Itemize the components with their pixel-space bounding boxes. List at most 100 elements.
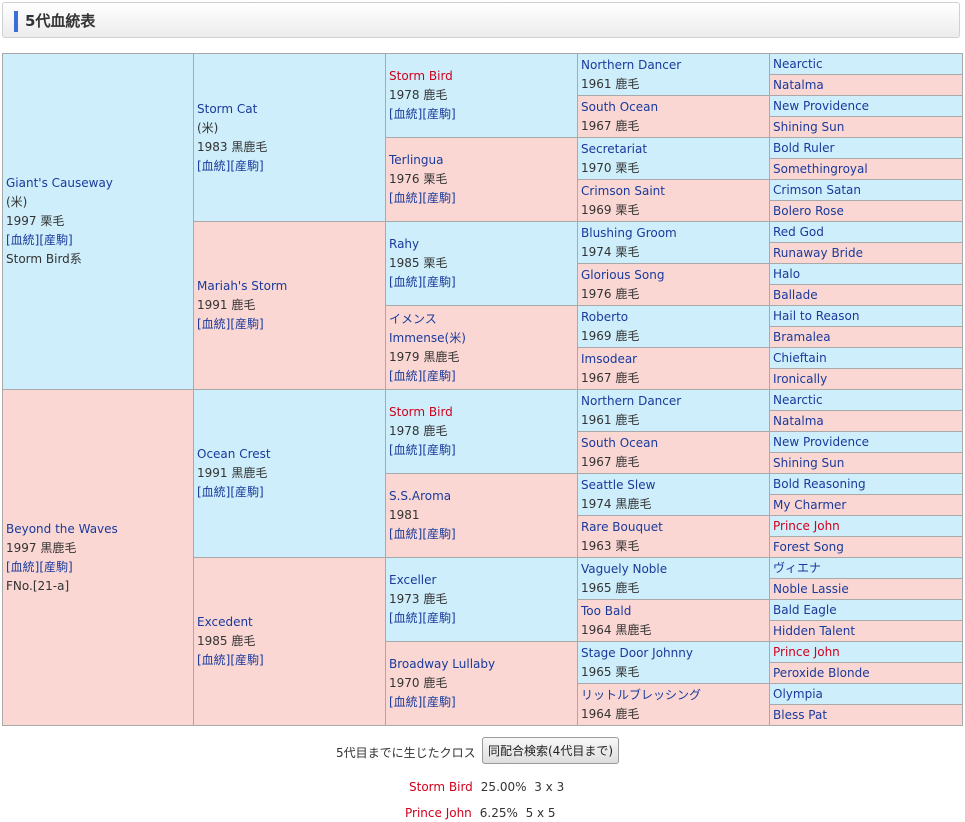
produce-link[interactable]: [産駒] [39,233,72,247]
pedigree-link[interactable]: [血統] [389,695,422,709]
horse-links: [血統][産駒] [197,653,264,667]
pedigree-link[interactable]: [血統] [197,485,230,499]
gen5-cell: Shining Sun [769,116,963,138]
horse-alt-name-link[interactable]: Immense(米) [389,331,466,345]
produce-link[interactable]: [産駒] [230,653,263,667]
horse-name-link[interactable]: Bold Ruler [773,141,834,155]
horse-name-link[interactable]: Crimson Saint [581,184,665,198]
birth-text: 1997 栗毛 [6,214,65,228]
birth-text: 1970 栗毛 [581,160,640,175]
horse-name-link[interactable]: Hidden Talent [773,624,855,638]
horse-name-link[interactable]: ヴィエナ [773,561,821,575]
pedigree-link[interactable]: [血統] [389,527,422,541]
horse-name-link[interactable]: Natalma [773,414,824,428]
produce-link[interactable]: [産駒] [39,560,72,574]
horse-name-link[interactable]: Secretariat [581,142,647,156]
horse-name-link[interactable]: Roberto [581,310,628,324]
horse-name-link[interactable]: Hail to Reason [773,309,859,323]
horse-name-link[interactable]: Runaway Bride [773,246,863,260]
horse-name-link[interactable]: Too Bald [581,604,631,618]
cross-horse-link[interactable]: Storm Bird [409,780,473,794]
produce-link[interactable]: [産駒] [422,369,455,383]
horse-name-link[interactable]: Northern Dancer [581,394,681,408]
horse-name-link[interactable]: Prince John [773,645,840,659]
horse-name-link[interactable]: Broadway Lullaby [389,657,495,671]
horse-name-link[interactable]: Olympia [773,687,823,701]
horse-name-link[interactable]: Chieftain [773,351,827,365]
produce-link[interactable]: [産駒] [422,527,455,541]
horse-name-link[interactable]: New Providence [773,99,869,113]
horse-name-link[interactable]: Peroxide Blonde [773,666,870,680]
same-mating-search-button[interactable]: 同配合検索(4代目まで) [482,737,619,764]
pedigree-link[interactable]: [血統] [389,369,422,383]
horse-name-link[interactable]: イメンス [389,312,437,326]
horse-name-link[interactable]: Storm Cat [197,102,257,116]
produce-link[interactable]: [産駒] [422,611,455,625]
horse-name-link[interactable]: Terlingua [389,153,443,167]
horse-name-link[interactable]: Beyond the Waves [6,522,118,536]
horse-name-link[interactable]: Ironically [773,372,827,386]
horse-name-link[interactable]: Bolero Rose [773,204,844,218]
horse-name-link[interactable]: Ocean Crest [197,447,271,461]
horse-name-link[interactable]: Nearctic [773,393,823,407]
horse-name-link[interactable]: Stage Door Johnny [581,646,693,660]
produce-link[interactable]: [産駒] [230,159,263,173]
pedigree-link[interactable]: [血統] [389,443,422,457]
horse-name-link[interactable]: S.S.Aroma [389,489,451,503]
cross-horse-link[interactable]: Prince John [405,806,472,820]
pedigree-link[interactable]: [血統] [389,611,422,625]
horse-name-link[interactable]: Storm Bird [389,405,453,419]
horse-name-link[interactable]: Storm Bird [389,69,453,83]
produce-link[interactable]: [産駒] [422,107,455,121]
produce-link[interactable]: [産駒] [422,275,455,289]
horse-name-link[interactable]: Red God [773,225,824,239]
horse-name-link[interactable]: My Charmer [773,498,846,512]
horse-name-link[interactable]: Halo [773,267,800,281]
horse-name-link[interactable]: Natalma [773,78,824,92]
horse-name-link[interactable]: Prince John [773,519,840,533]
pedigree-link[interactable]: [血統] [389,191,422,205]
horse-name-link[interactable]: Shining Sun [773,120,844,134]
horse-name-link[interactable]: New Providence [773,435,869,449]
horse-name-link[interactable]: Crimson Satan [773,183,861,197]
produce-link[interactable]: [産駒] [230,485,263,499]
horse-name-link[interactable]: Bless Pat [773,708,827,722]
pedigree-link[interactable]: [血統] [197,653,230,667]
horse-name-link[interactable]: Glorious Song [581,268,664,282]
pedigree-link[interactable]: [血統] [389,275,422,289]
pedigree-link[interactable]: [血統] [6,560,39,574]
horse-name-link[interactable]: Giant's Causeway [6,176,113,190]
horse-name-link[interactable]: South Ocean [581,436,658,450]
horse-name-link[interactable]: Vaguely Noble [581,562,667,576]
pedigree-link[interactable]: [血統] [6,233,39,247]
horse-name-link[interactable]: Ballade [773,288,818,302]
gen2-cell: Ocean Crest 1991 黒鹿毛 [血統][産駒] [193,389,386,558]
horse-name-link[interactable]: Shining Sun [773,456,844,470]
horse-name-link[interactable]: Bold Reasoning [773,477,866,491]
produce-link[interactable]: [産駒] [422,443,455,457]
horse-name-link[interactable]: Seattle Slew [581,478,655,492]
horse-name-link[interactable]: Bramalea [773,330,831,344]
horse-name-link[interactable]: Rahy [389,237,419,251]
pedigree-link[interactable]: [血統] [197,317,230,331]
horse-name-link[interactable]: Blushing Groom [581,226,677,240]
horse-name-link[interactable]: Excedent [197,615,253,629]
gen4-cell: Crimson Saint 1969 栗毛 [577,179,770,222]
pedigree-link[interactable]: [血統] [389,107,422,121]
produce-link[interactable]: [産駒] [422,191,455,205]
produce-link[interactable]: [産駒] [230,317,263,331]
horse-name-link[interactable]: Rare Bouquet [581,520,663,534]
horse-name-link[interactable]: Imsodear [581,352,637,366]
horse-name-link[interactable]: Somethingroyal [773,162,868,176]
horse-name-link[interactable]: Forest Song [773,540,844,554]
horse-name-link[interactable]: Nearctic [773,57,823,71]
horse-name-link[interactable]: Mariah's Storm [197,279,287,293]
horse-name-link[interactable]: Exceller [389,573,436,587]
horse-name-link[interactable]: Noble Lassie [773,582,849,596]
pedigree-link[interactable]: [血統] [197,159,230,173]
horse-name-link[interactable]: Bald Eagle [773,603,837,617]
horse-name-link[interactable]: South Ocean [581,100,658,114]
produce-link[interactable]: [産駒] [422,695,455,709]
horse-name-link[interactable]: リットルブレッシング [581,688,701,702]
horse-name-link[interactable]: Northern Dancer [581,58,681,72]
